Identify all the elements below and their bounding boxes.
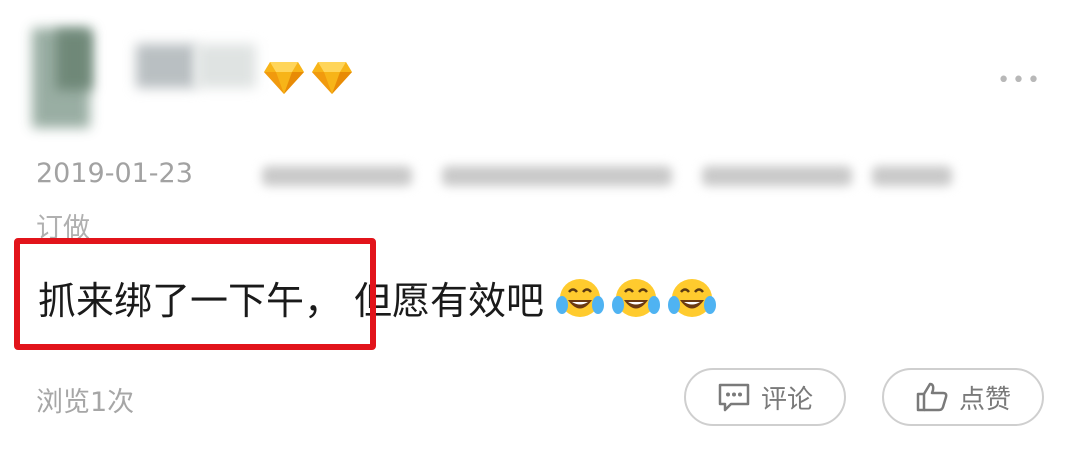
highlight-annotation-box xyxy=(14,238,376,350)
thumbs-up-icon xyxy=(915,381,949,413)
comment-icon xyxy=(717,382,751,412)
post-timestamp: 2019-01-23 xyxy=(36,158,193,189)
diamond-icon xyxy=(312,62,352,94)
user-badges xyxy=(262,58,354,96)
laughing-crying-emoji-icon xyxy=(668,278,717,317)
view-count: 浏览1次 xyxy=(36,387,135,418)
message-text: 但愿有效吧 xyxy=(354,279,545,323)
like-label: 点赞 xyxy=(958,384,1011,415)
laughing-crying-emoji-icon xyxy=(612,278,661,317)
more-options-icon[interactable]: ••• xyxy=(997,70,1042,92)
laughing-crying-emoji-icon xyxy=(556,278,605,317)
like-button[interactable]: 点赞 xyxy=(882,368,1044,426)
post-card: ••• 2019-01-23 订做 抓来绑了一下午， 但愿有效吧 浏览1次 评论… xyxy=(0,0,1080,464)
emoji-group xyxy=(554,273,718,323)
comment-label: 评论 xyxy=(760,384,813,415)
diamond-icon xyxy=(264,62,304,94)
post-source-blurred xyxy=(262,160,962,192)
comment-button[interactable]: 评论 xyxy=(684,368,846,426)
